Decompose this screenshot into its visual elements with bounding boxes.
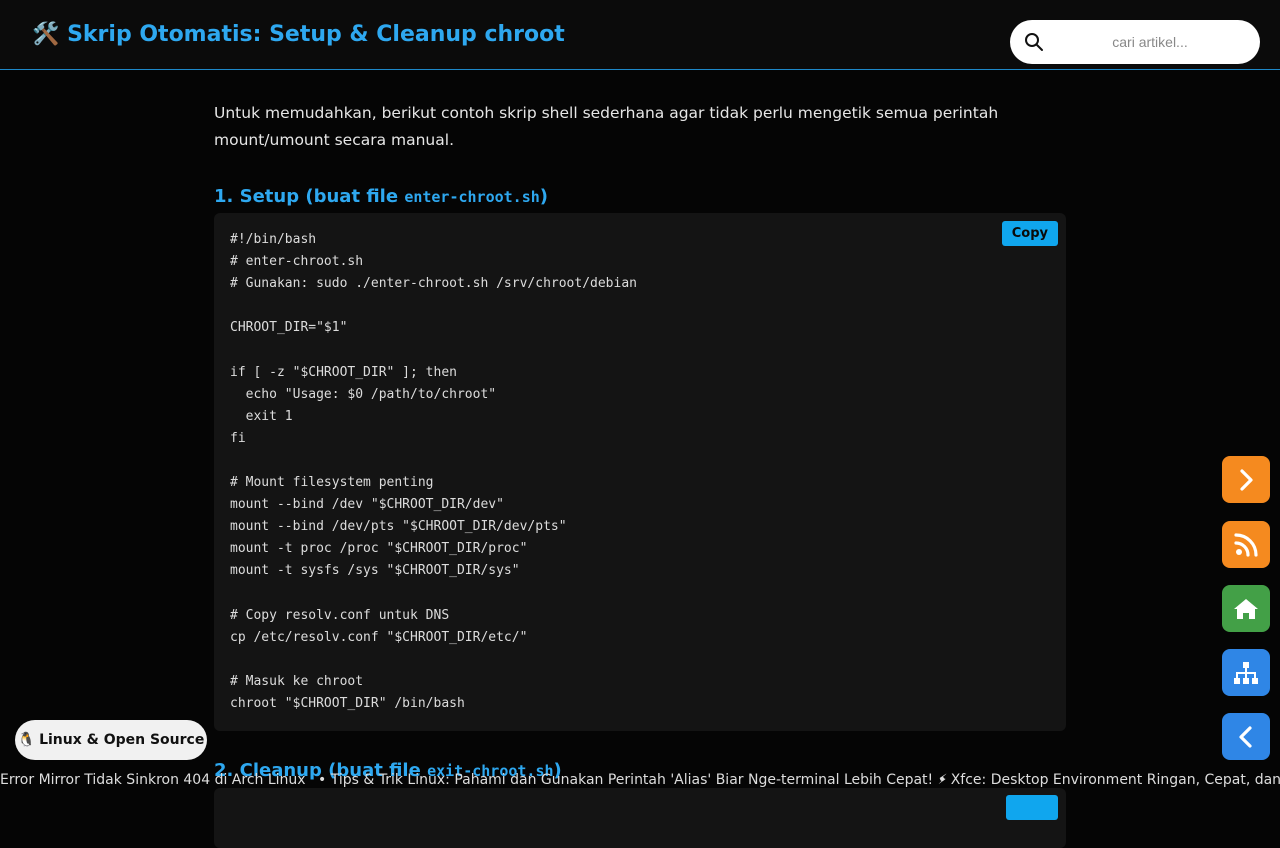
search-input[interactable] [1054,28,1246,56]
next-post-button[interactable] [1222,456,1270,503]
penguin-icon: 🐧 [17,732,36,748]
code-block-cleanup [214,788,1066,848]
article-content: Untuk memudahkan, berikut contoh skrip s… [214,100,1066,848]
ticker-item[interactable]: • Tips & Trik Linux: Pahami dan Gunakan … [318,770,947,790]
rss-feed-button[interactable] [1222,521,1270,568]
page-title: 🛠️ Skrip Otomatis: Setup & Cleanup chroo… [32,20,565,50]
chevron-left-icon [1239,725,1252,748]
category-badge[interactable]: 🐧 Linux & Open Source [15,720,207,760]
ticker-item[interactable]: Error Mirror Tidak Sinkron 404 di Arch L… [0,770,306,790]
copy-button-cleanup[interactable] [1006,795,1058,820]
hammer-wrench-icon: 🛠️ [32,22,60,47]
ticker-item-text: Xfce: Desktop Environment Ringan, Cepat,… [950,772,1280,788]
ticker-item-text: Tips & Trik Linux: Pahami dan Gunakan Pe… [330,772,948,788]
intro-paragraph: Untuk memudahkan, berikut contoh skrip s… [214,104,999,149]
home-button[interactable] [1222,585,1270,632]
code-block-setup: Copy #!/bin/bash # enter-chroot.sh # Gun… [214,213,1066,731]
sitemap-button[interactable] [1222,649,1270,696]
news-ticker: Error Mirror Tidak Sinkron 404 di Arch L… [0,770,1280,790]
search-box[interactable] [1010,20,1260,64]
copy-button[interactable]: Copy [1001,221,1058,246]
category-label: Linux & Open Source [39,732,205,748]
code-content: #!/bin/bash # enter-chroot.sh # Gunakan:… [230,232,637,711]
site-header: 🛠️ Skrip Otomatis: Setup & Cleanup chroo… [0,0,1280,70]
section-heading-setup: 1. Setup (buat file enter-chroot.sh) [214,184,548,210]
section-heading-setup-suffix: ) [539,186,549,207]
section-heading-setup-prefix: 1. Setup (buat file [214,186,405,207]
previous-post-button[interactable] [1222,713,1270,760]
ticker-item[interactable]: • Xfce: Desktop Environment Ringan, Cepa… [938,770,1280,790]
chevron-right-icon [1240,468,1253,491]
search-icon[interactable] [1024,32,1044,52]
home-icon [1234,598,1258,619]
sitemap-icon [1234,661,1258,684]
rss-icon [1234,532,1258,557]
page-title-text: Skrip Otomatis: Setup & Cleanup chroot [67,22,565,47]
section-heading-setup-file: enter-chroot.sh [404,188,540,206]
